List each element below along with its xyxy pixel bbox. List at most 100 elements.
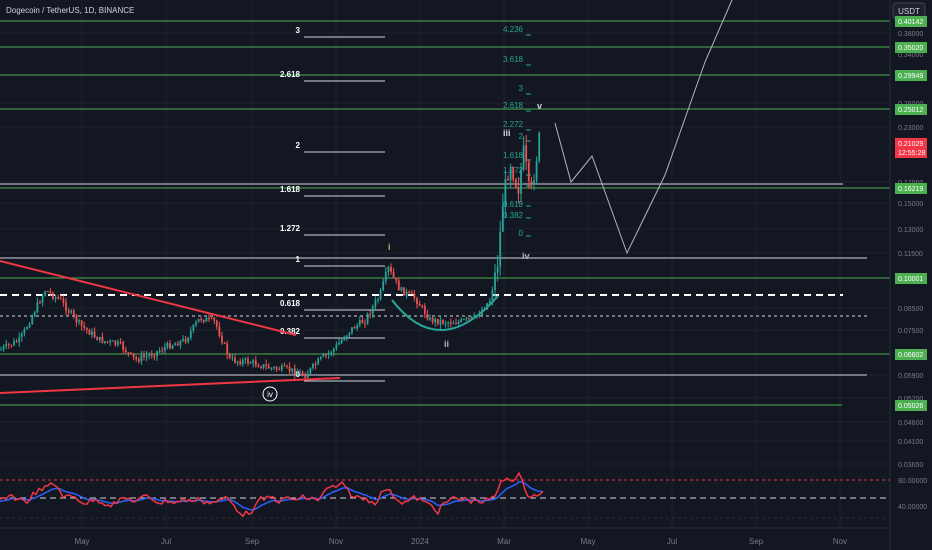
fib-left-label: 1.272	[280, 224, 301, 233]
candle-body	[143, 355, 145, 357]
level-badge-label: 0.16219	[898, 186, 923, 193]
candle-body	[223, 342, 226, 344]
candle-body	[413, 293, 416, 299]
candle-body	[436, 318, 439, 325]
candle-body	[384, 271, 387, 282]
candle-body	[205, 317, 208, 322]
candle-body	[457, 321, 460, 325]
price-tick: 0.07500	[898, 328, 923, 335]
candle-body	[228, 354, 231, 358]
candle-body	[57, 297, 60, 299]
candle-body	[137, 359, 140, 362]
price-tick: 0.38000	[898, 31, 923, 38]
price-axis[interactable]: USDT 0.38000 0.34000 0.26000 0.23000 0.1…	[889, 0, 932, 550]
candle-body	[296, 372, 299, 376]
candle-body	[522, 145, 525, 170]
candle-body	[288, 366, 291, 372]
candle-body	[309, 367, 312, 374]
chart-canvas[interactable]: 3 2.618 2 1.618 1.272 1 0.618 0.382 0 4.…	[0, 0, 932, 550]
candle-body	[249, 362, 252, 364]
candle-body	[70, 310, 73, 313]
candle-body	[114, 340, 117, 345]
candle-body	[221, 335, 223, 343]
currency-button-label[interactable]: USDT	[898, 7, 920, 16]
candle-body	[444, 323, 447, 325]
candle-body	[364, 323, 366, 325]
price-tick: 0.04600	[898, 420, 923, 427]
candle-body	[15, 341, 18, 343]
candle-body	[124, 349, 127, 353]
candle-body	[93, 331, 96, 338]
candle-body	[434, 318, 437, 323]
candle-body	[106, 341, 109, 343]
candle-body	[67, 310, 70, 313]
candle-body	[390, 266, 392, 272]
candle-body	[304, 375, 307, 378]
candle-body	[218, 326, 221, 336]
candle-body	[358, 320, 361, 326]
candle-body	[132, 353, 135, 358]
candle-body	[96, 337, 99, 341]
candle-body	[184, 338, 187, 342]
candle-body	[533, 180, 535, 184]
candle-body	[72, 310, 75, 316]
candle-body	[507, 179, 509, 181]
candle-body	[215, 320, 218, 327]
time-label: Nov	[329, 537, 343, 546]
candle-body	[122, 342, 125, 350]
candle-body	[65, 302, 67, 311]
candle-body	[501, 206, 504, 232]
candle-body	[512, 167, 515, 180]
candle-body	[317, 358, 320, 365]
price-tick: 0.05900	[898, 373, 923, 380]
candle-body	[330, 352, 333, 354]
candle-body	[421, 305, 424, 307]
fib-right-label: 4.236	[503, 25, 524, 34]
candle-body	[104, 341, 106, 343]
candle-body	[202, 320, 205, 322]
candle-body	[447, 322, 450, 324]
candle-body	[62, 299, 65, 303]
fib-left-label: 3	[296, 26, 301, 35]
candle-body	[267, 365, 270, 369]
fib-right-label: 2	[519, 132, 524, 141]
price-tick: 0.04100	[898, 439, 923, 446]
candle-body	[44, 291, 47, 296]
candle-body	[426, 314, 429, 320]
price-tick: 0.15000	[898, 201, 923, 208]
candle-body	[158, 350, 161, 352]
candle-body	[343, 338, 346, 341]
candle-body	[418, 304, 421, 306]
rsi-upper-label: 80.00000	[898, 478, 927, 485]
candle-body	[262, 364, 265, 369]
candle-body	[322, 354, 325, 357]
candle-body	[140, 355, 143, 362]
candle-body	[514, 179, 517, 188]
candle-body	[7, 343, 10, 345]
candle-body	[382, 281, 385, 291]
candle-body	[286, 365, 288, 367]
wave-label-ii: ii	[444, 339, 449, 349]
candle-body	[332, 348, 335, 353]
candle-body	[59, 298, 62, 300]
candle-body	[405, 291, 408, 296]
level-badge-label: 0.29949	[898, 73, 923, 80]
symbol-title[interactable]: Dogecoin / TetherUS, 1D, BINANCE	[6, 6, 134, 15]
candle-body	[525, 145, 528, 162]
candle-body	[130, 352, 132, 354]
candle-body	[182, 338, 184, 341]
candle-body	[189, 330, 192, 338]
fib-left-label: 0.618	[280, 299, 301, 308]
wave-label-iv: iv	[522, 251, 530, 261]
price-tick: 0.08500	[898, 306, 923, 313]
candle-body	[387, 266, 390, 272]
fib-right-label: 3	[519, 84, 524, 93]
candle-body	[400, 287, 403, 291]
candle-body	[98, 336, 101, 341]
candle-body	[241, 360, 244, 365]
fib-right-label: 3.618	[503, 55, 524, 64]
level-badge-label: 0.10001	[898, 276, 923, 283]
candle-body	[252, 360, 255, 363]
candle-body	[88, 329, 91, 335]
fib-left-label: 1	[296, 255, 301, 264]
